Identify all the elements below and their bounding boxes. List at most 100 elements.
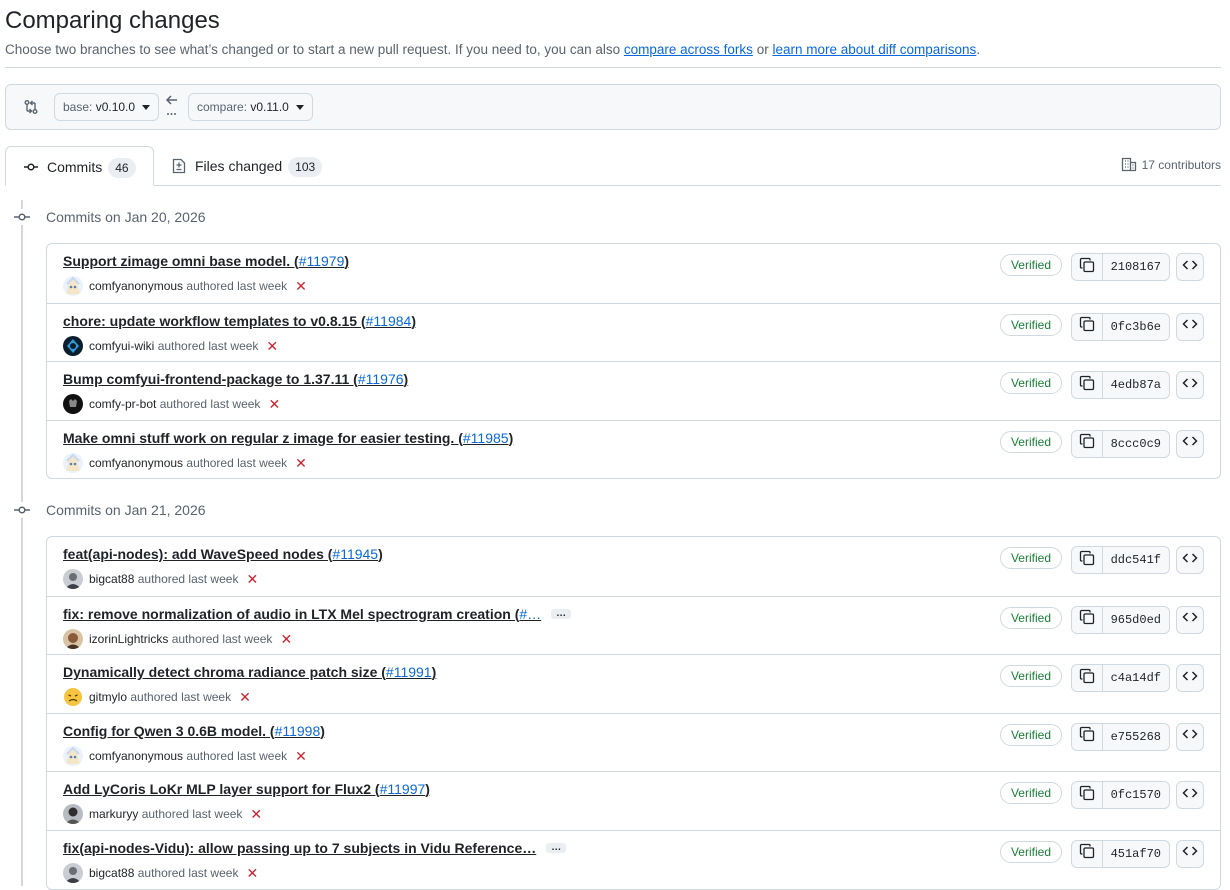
verified-badge[interactable]: Verified xyxy=(999,547,1062,569)
commit-message-link[interactable]: Add LyCoris LoKr MLP layer support for F… xyxy=(63,781,430,797)
browse-repo-button[interactable] xyxy=(1176,371,1204,400)
commit-sha-link[interactable]: 0fc3b6e xyxy=(1103,314,1169,340)
tab-commits[interactable]: Commits 46 xyxy=(5,146,154,186)
avatar[interactable] xyxy=(63,335,83,356)
copy-sha-button[interactable] xyxy=(1072,372,1103,399)
verified-badge[interactable]: Verified xyxy=(999,665,1062,688)
pull-request-link[interactable]: #11945 xyxy=(332,546,378,562)
x-icon[interactable]: ✕ xyxy=(250,804,262,824)
pull-request-link[interactable]: #11997 xyxy=(380,781,426,797)
browse-repo-button[interactable] xyxy=(1176,722,1204,751)
author-link[interactable]: bigcat88 xyxy=(89,572,134,586)
avatar[interactable] xyxy=(63,628,83,649)
author-link[interactable]: markuryy xyxy=(89,807,138,821)
copy-sha-button[interactable] xyxy=(1072,254,1103,280)
commit-message-link[interactable]: Make omni stuff work on regular z image … xyxy=(63,430,513,446)
commit-sha-link[interactable]: 451af70 xyxy=(1103,841,1169,867)
commit-sha-link[interactable]: 8ccc0c9 xyxy=(1103,431,1169,457)
x-icon[interactable]: ✕ xyxy=(246,863,258,883)
avatar[interactable] xyxy=(63,569,83,589)
avatar[interactable] xyxy=(63,452,83,473)
pull-request-link[interactable]: #11998 xyxy=(275,723,321,739)
x-icon[interactable]: ✕ xyxy=(266,336,278,356)
commit-sha-link[interactable]: 4edb87a xyxy=(1103,372,1169,398)
copy-sha-button[interactable] xyxy=(1072,840,1103,867)
commit-sha-link[interactable]: 2108167 xyxy=(1103,254,1169,280)
copy-sha-button[interactable] xyxy=(1072,313,1103,340)
author-link[interactable]: comfy-pr-bot xyxy=(89,397,156,411)
commit-message-link[interactable]: chore: update workflow templates to v0.8… xyxy=(63,313,416,329)
commit-message-link[interactable]: Dynamically detect chroma radiance patch… xyxy=(63,664,436,680)
copy-sha-button[interactable] xyxy=(1072,723,1103,750)
pull-request-link[interactable]: #… xyxy=(519,606,541,622)
copy-sha-button[interactable] xyxy=(1072,547,1103,573)
author-link[interactable]: comfyanonymous xyxy=(89,279,183,293)
author-link[interactable]: comfyanonymous xyxy=(89,456,183,470)
sha-button-group: 0fc3b6e xyxy=(1070,312,1170,341)
commit-sha-link[interactable]: 0fc1570 xyxy=(1103,782,1169,808)
pull-request-link[interactable]: #11991 xyxy=(386,664,432,680)
commit-sha-link[interactable]: ddc541f xyxy=(1103,547,1169,573)
copy-sha-button[interactable] xyxy=(1072,665,1103,692)
verified-badge[interactable]: Verified xyxy=(999,254,1062,276)
verified-badge[interactable]: Verified xyxy=(999,723,1062,746)
learn-diff-link[interactable]: learn more about diff comparisons xyxy=(772,42,976,57)
contributors-link[interactable]: 17 contributors xyxy=(1121,156,1221,172)
compare-branch-select[interactable]: compare: v0.11.0 xyxy=(188,93,313,121)
avatar[interactable] xyxy=(63,394,83,415)
copy-sha-button[interactable] xyxy=(1072,606,1103,633)
x-icon[interactable]: ✕ xyxy=(268,394,280,414)
avatar[interactable] xyxy=(63,276,83,296)
verified-badge[interactable]: Verified xyxy=(999,606,1062,629)
commit-message-link[interactable]: Support zimage omni base model. (#11979) xyxy=(63,253,349,269)
browse-repo-button[interactable] xyxy=(1176,664,1204,693)
expand-message-button[interactable]: … xyxy=(546,842,567,853)
commit-message-link[interactable]: Bump comfyui-frontend-package to 1.37.11… xyxy=(63,371,408,387)
browse-repo-button[interactable] xyxy=(1176,781,1204,810)
avatar[interactable] xyxy=(63,745,83,766)
browse-repo-button[interactable] xyxy=(1176,839,1204,868)
commit-message-link[interactable]: fix(api-nodes-Vidu): allow passing up to… xyxy=(63,840,567,856)
pull-request-link[interactable]: #11979 xyxy=(299,253,345,269)
pull-request-link[interactable]: #11976 xyxy=(358,371,404,387)
avatar[interactable] xyxy=(63,804,83,825)
commit-message-link[interactable]: Config for Qwen 3 0.6B model. (#11998) xyxy=(63,723,325,739)
verified-badge[interactable]: Verified xyxy=(999,840,1062,863)
browse-repo-button[interactable] xyxy=(1176,429,1204,458)
tab-files-changed[interactable]: Files changed 103 xyxy=(171,146,323,186)
commit-message-link[interactable]: feat(api-nodes): add WaveSpeed nodes (#1… xyxy=(63,546,383,562)
verified-badge[interactable]: Verified xyxy=(999,782,1062,805)
compare-forks-link[interactable]: compare across forks xyxy=(624,42,753,57)
avatar[interactable] xyxy=(63,862,83,883)
x-icon[interactable]: ✕ xyxy=(295,453,307,473)
browse-repo-button[interactable] xyxy=(1176,312,1204,341)
author-link[interactable]: izorinLightricks xyxy=(89,632,168,646)
x-icon[interactable]: ✕ xyxy=(280,629,292,649)
x-icon[interactable]: ✕ xyxy=(295,276,307,296)
compare-page: Comparing changes Choose two branches to… xyxy=(0,0,1230,890)
commit-sha-link[interactable]: c4a14df xyxy=(1103,665,1169,691)
commit-sha-link[interactable]: e755268 xyxy=(1103,724,1169,750)
avatar[interactable] xyxy=(63,687,83,708)
x-icon[interactable]: ✕ xyxy=(239,687,251,707)
verified-badge[interactable]: Verified xyxy=(999,313,1062,336)
author-link[interactable]: comfyanonymous xyxy=(89,749,183,763)
expand-message-button[interactable]: … xyxy=(551,608,572,619)
author-link[interactable]: comfyui-wiki xyxy=(89,339,154,353)
verified-badge[interactable]: Verified xyxy=(999,372,1062,395)
base-branch-select[interactable]: base: v0.10.0 xyxy=(54,93,160,121)
copy-sha-button[interactable] xyxy=(1072,430,1103,457)
browse-repo-button[interactable] xyxy=(1176,253,1204,281)
commit-sha-link[interactable]: 965d0ed xyxy=(1103,607,1169,633)
x-icon[interactable]: ✕ xyxy=(295,746,307,766)
verified-badge[interactable]: Verified xyxy=(999,430,1062,453)
pull-request-link[interactable]: #11984 xyxy=(366,313,412,329)
x-icon[interactable]: ✕ xyxy=(246,569,258,589)
commit-message-link[interactable]: fix: remove normalization of audio in LT… xyxy=(63,606,572,622)
copy-sha-button[interactable] xyxy=(1072,782,1103,809)
author-link[interactable]: gitmylo xyxy=(89,690,127,704)
browse-repo-button[interactable] xyxy=(1176,605,1204,634)
pull-request-link[interactable]: #11985 xyxy=(463,430,509,446)
browse-repo-button[interactable] xyxy=(1176,546,1204,574)
author-link[interactable]: bigcat88 xyxy=(89,866,134,880)
